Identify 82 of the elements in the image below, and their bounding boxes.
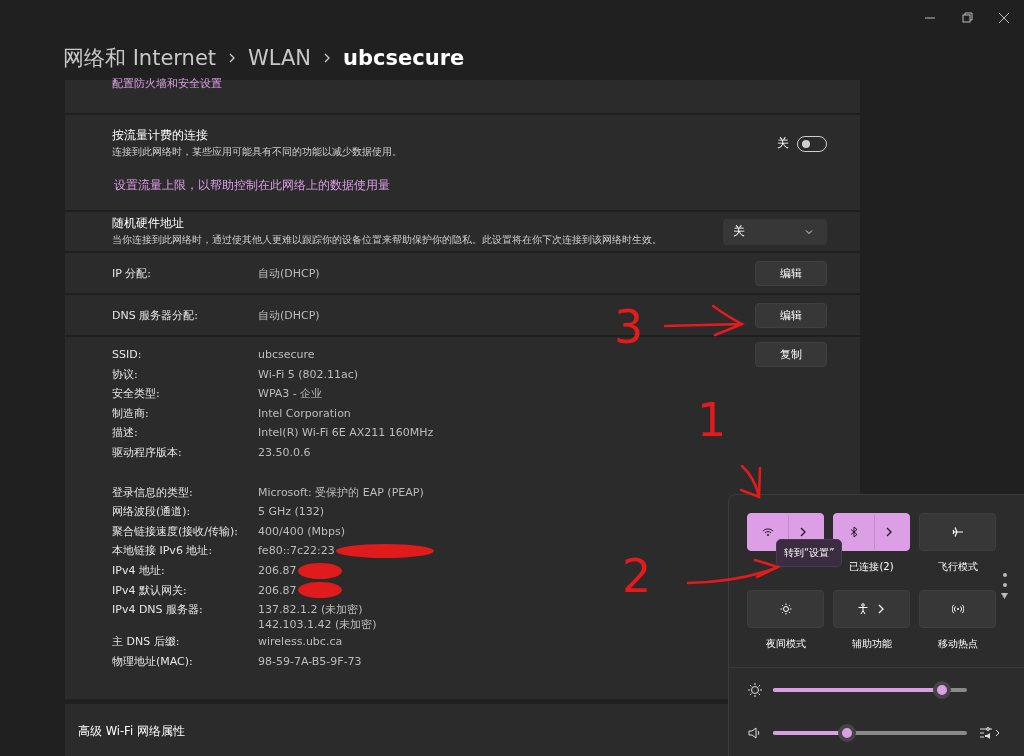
- night-light-icon: [779, 603, 792, 615]
- wifi-icon: [762, 526, 774, 538]
- edit-button[interactable]: 编辑: [755, 260, 827, 286]
- property-value: 400/400 (Mbps): [258, 523, 345, 540]
- quick-setting-tile[interactable]: [747, 590, 824, 628]
- property-value: 自动(DHCP): [258, 307, 321, 323]
- edit-button[interactable]: 编辑: [755, 302, 827, 328]
- setting-description: 当你连接到此网络时，通过使其他人更难以跟踪你的设备位置来帮助保护你的隐私。此设置将在你下次连接到该网络时生效。: [112, 233, 662, 247]
- slider[interactable]: [773, 680, 967, 699]
- property-value: Wi-Fi 5 (802.11ac): [258, 366, 359, 383]
- section-title[interactable]: 高级 Wi-Fi 网络属性: [78, 724, 185, 739]
- tile-label: 夜间模式: [765, 637, 806, 651]
- property-label: 聚合链接速度(接收/传输):: [112, 523, 239, 540]
- property-label: 主 DNS 后缀:: [112, 634, 181, 651]
- property-value: 137.82.1.2 (未加密): [258, 602, 363, 618]
- property-value: 自动(DHCP): [258, 265, 321, 281]
- property-label: 制造商:: [112, 405, 150, 422]
- close-icon[interactable]: [996, 10, 1012, 26]
- quick-setting-tile[interactable]: [833, 513, 910, 551]
- copy-button[interactable]: 复制: [755, 342, 827, 367]
- property-label: IP 分配:: [112, 265, 153, 281]
- property-label: IPv4 DNS 服务器:: [112, 602, 204, 619]
- property-label: 登录信息的类型:: [112, 484, 194, 501]
- tooltip: 转到“设置”: [776, 539, 843, 567]
- quick-setting-tile[interactable]: [919, 590, 996, 628]
- property-label: 安全类型:: [112, 386, 161, 403]
- property-label: 驱动程序版本:: [112, 444, 183, 461]
- property-label: IPv4 默认网关:: [112, 582, 188, 599]
- toggle-state-label: 关: [777, 136, 789, 151]
- page-dot[interactable]: [1002, 573, 1007, 577]
- property-label: 物理地址(MAC):: [112, 653, 194, 670]
- quick-setting-tile[interactable]: [919, 513, 996, 551]
- tile-label: 辅助功能: [851, 637, 892, 651]
- property-label: IPv4 地址:: [112, 562, 166, 579]
- airplane-icon: [951, 526, 964, 538]
- setting-title: 随机硬件地址: [112, 216, 185, 231]
- caret-icon[interactable]: [1001, 593, 1008, 599]
- property-label: 网络波段(通道):: [112, 504, 192, 521]
- slider-thumb[interactable]: [837, 723, 856, 742]
- property-value: 206.87: [258, 582, 297, 599]
- property-label: 协议:: [112, 366, 139, 383]
- property-label: SSID:: [112, 347, 143, 363]
- data-limit-link[interactable]: 设置流量上限，以帮助控制在此网络上的数据使用量: [114, 178, 390, 192]
- property-value: Microsoft: 受保护的 EAP (PEAP): [258, 484, 424, 501]
- handwritten-number: 1: [697, 393, 727, 447]
- tile-label: 已连接(2): [849, 560, 894, 574]
- property-value: Intel(R) Wi-Fi 6E AX211 160MHz: [258, 425, 434, 442]
- property-value: 23.50.0.6: [258, 444, 311, 461]
- property-value: fe80::7c22:23: [258, 543, 335, 560]
- page-dot[interactable]: [1002, 583, 1007, 587]
- annotation-arrow: [739, 464, 762, 499]
- brightness-icon: [747, 681, 763, 698]
- bluetooth-icon: [848, 526, 860, 538]
- hotspot-icon: [951, 603, 964, 615]
- setting-title: 按流量计费的连接: [112, 128, 209, 143]
- breadcrumb-item[interactable]: WLAN: [248, 46, 312, 70]
- property-label: 本地链接 IPv6 地址:: [112, 543, 214, 560]
- property-value: wireless.ubc.ca: [258, 634, 343, 651]
- audio-output-icon[interactable]: [979, 725, 1001, 740]
- property-value: 98-59-7A-B5-9F-73: [258, 653, 362, 670]
- property-value: Intel Corporation: [258, 405, 351, 422]
- property-value: 206.87: [258, 562, 297, 579]
- property-value: 5 GHz (132): [258, 504, 325, 521]
- tile-label: 飞行模式: [937, 560, 978, 574]
- slider-thumb[interactable]: [932, 680, 951, 699]
- firewall-link[interactable]: 配置防火墙和安全设置: [112, 76, 222, 91]
- property-value: 142.103.1.42 (未加密): [258, 617, 377, 633]
- accessibility-icon: [856, 603, 869, 615]
- handwritten-number: 3: [614, 300, 644, 354]
- property-label: 描述:: [112, 425, 139, 442]
- property-value: ubcsecure: [258, 347, 315, 363]
- property-label: DNS 服务器分配:: [112, 307, 199, 323]
- slider[interactable]: [773, 723, 967, 742]
- handwritten-number: 2: [622, 549, 652, 603]
- breadcrumb-item[interactable]: 网络和 Internet: [63, 44, 217, 72]
- tile-label: 移动热点: [937, 637, 978, 651]
- property-value: WPA3 - 企业: [258, 386, 323, 403]
- dropdown[interactable]: 关: [723, 218, 827, 245]
- setting-description: 连接到此网络时，某些应用可能具有不同的功能以减少数据使用。: [112, 145, 402, 159]
- quick-setting-tile[interactable]: [833, 590, 910, 628]
- breadcrumb-item: ubcsecure: [343, 46, 465, 70]
- restore-icon[interactable]: [959, 10, 975, 26]
